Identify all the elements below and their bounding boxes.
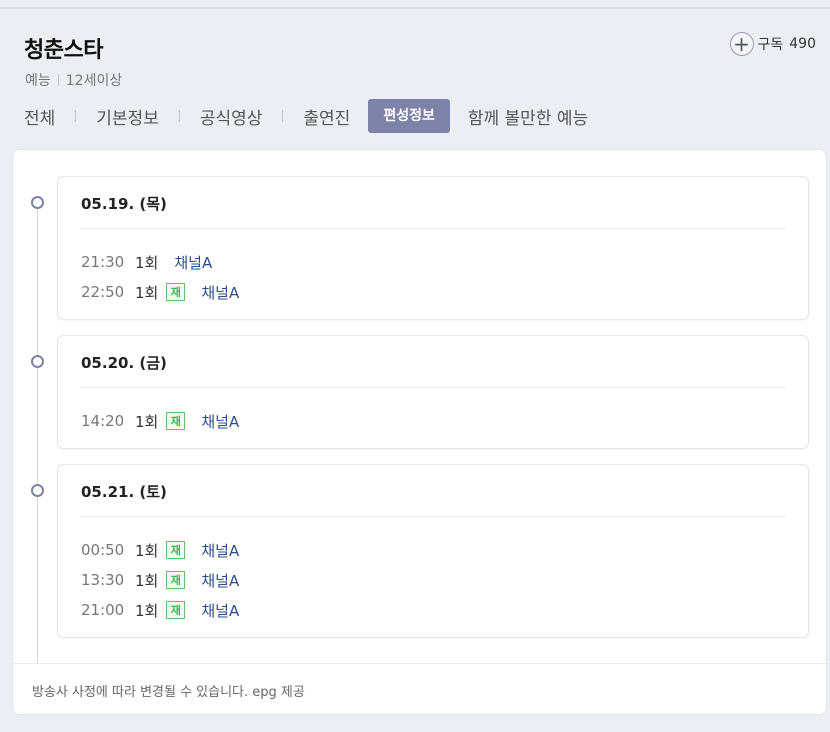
rerun-badge: 재 <box>166 541 186 559</box>
rerun-badge: 재 <box>166 601 186 619</box>
tab-official-video[interactable]: 공식영상 <box>200 104 263 129</box>
circle-dot-icon <box>31 484 44 497</box>
rerun-badge: 재 <box>166 412 186 430</box>
tab-schedule[interactable]: 편성정보 <box>368 99 450 133</box>
air-time: 13:30 <box>81 571 125 589</box>
schedule-rows: 14:20 1회 재 채널A <box>81 406 239 436</box>
plus-circle-icon[interactable]: + <box>729 32 754 56</box>
rerun-badge: 재 <box>166 571 186 589</box>
channel-link[interactable]: 채널A <box>201 411 239 432</box>
schedule-row: 21:30 1회 채널A <box>81 247 239 277</box>
episode-label: 1회 <box>135 412 159 431</box>
subscribe-count: 490 <box>789 36 816 52</box>
circle-dot-icon <box>31 196 44 209</box>
episode-label: 1회 <box>135 541 159 560</box>
genre-label: 예능 <box>25 73 51 89</box>
schedule-rows: 21:30 1회 채널A 22:50 1회 재 채널A <box>81 247 239 307</box>
footer-note: 방송사 사정에 따라 변경될 수 있습니다. epg 제공 <box>32 685 305 700</box>
schedule-day-card: 05.19. (목) 21:30 1회 채널A 22:50 1회 재 채널A <box>57 176 809 320</box>
schedule-panel: 05.19. (목) 21:30 1회 채널A 22:50 1회 재 채널A 0… <box>12 149 827 715</box>
tab-basic-info[interactable]: 기본정보 <box>96 104 159 129</box>
schedule-row: 21:00 1회 재 채널A <box>81 595 239 625</box>
air-time: 00:50 <box>81 541 125 559</box>
episode-label: 1회 <box>135 283 159 302</box>
tab-all[interactable]: 전체 <box>24 104 55 129</box>
schedule-day-card: 05.20. (금) 14:20 1회 재 채널A <box>57 335 809 449</box>
episode-label: 1회 <box>135 571 159 590</box>
page-title: 청춘스타 <box>24 38 103 63</box>
circle-dot-icon <box>31 355 44 368</box>
tab-divider <box>75 110 77 122</box>
schedule-rows: 00:50 1회 재 채널A 13:30 1회 재 채널A 21:00 1회 재… <box>81 535 239 625</box>
tab-divider <box>282 110 284 122</box>
tab-bar: 전체 기본정보 공식영상 출연진 편성정보 함께 볼만한 예능 <box>24 99 588 133</box>
divider <box>80 516 786 517</box>
program-meta: 예능 12세이상 <box>25 70 122 90</box>
tab-cast[interactable]: 출연진 <box>303 104 350 129</box>
air-time: 21:00 <box>81 601 125 619</box>
schedule-row: 14:20 1회 재 채널A <box>81 406 239 436</box>
channel-link[interactable]: 채널A <box>201 600 239 621</box>
rating-label: 12세이상 <box>65 73 123 89</box>
timeline-line <box>37 202 38 664</box>
meta-divider <box>57 74 59 86</box>
channel-link[interactable]: 채널A <box>201 282 239 303</box>
air-time: 22:50 <box>81 283 125 301</box>
episode-label: 1회 <box>135 601 159 620</box>
tab-related-shows[interactable]: 함께 볼만한 예능 <box>468 104 588 129</box>
schedule-day-card: 05.21. (토) 00:50 1회 재 채널A 13:30 1회 재 채널A… <box>57 464 809 638</box>
air-time: 14:20 <box>81 412 125 430</box>
schedule-row: 22:50 1회 재 채널A <box>81 277 239 307</box>
tab-divider <box>178 110 180 122</box>
footer-divider <box>13 663 826 664</box>
subscribe-label: 구독 <box>757 37 784 53</box>
schedule-date: 05.21. (토) <box>81 483 167 501</box>
channel-link[interactable]: 채널A <box>174 252 212 273</box>
episode-label: 1회 <box>135 253 159 272</box>
schedule-row: 13:30 1회 재 채널A <box>81 565 239 595</box>
rerun-badge: 재 <box>166 283 186 301</box>
channel-link[interactable]: 채널A <box>201 570 239 591</box>
schedule-date: 05.19. (목) <box>81 195 167 213</box>
program-header: 청춘스타 예능 12세이상 + 구독 490 전체 기본정보 공식영상 출연진 … <box>0 0 830 150</box>
channel-link[interactable]: 채널A <box>201 540 239 561</box>
schedule-date: 05.20. (금) <box>81 354 167 372</box>
subscribe-button[interactable]: + 구독 490 <box>729 32 816 56</box>
divider <box>80 228 786 229</box>
schedule-row: 00:50 1회 재 채널A <box>81 535 239 565</box>
air-time: 21:30 <box>81 253 125 271</box>
divider <box>80 387 786 388</box>
